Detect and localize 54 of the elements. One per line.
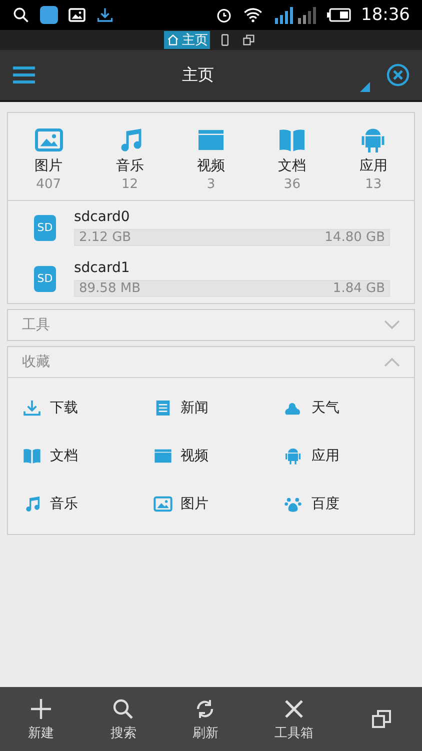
favorite-label[interactable]: 图片	[180, 495, 209, 513]
search-icon	[12, 6, 30, 24]
plus-icon	[29, 696, 54, 720]
favorite-label[interactable]: 下载	[50, 399, 78, 417]
windows-icon	[242, 33, 256, 47]
category-label[interactable]: 音乐	[116, 157, 144, 175]
app-icon	[40, 6, 58, 24]
favorite-label[interactable]: 视频	[180, 447, 209, 465]
category-count: 12	[122, 177, 138, 192]
category-count: 3	[206, 177, 216, 192]
storage-used: 2.12 GB	[79, 230, 132, 245]
storage-total: 14.80 GB	[324, 230, 385, 245]
category-label[interactable]: 文档	[278, 157, 306, 175]
dropdown-corner-icon[interactable]	[360, 82, 370, 92]
windows-icon	[370, 707, 394, 731]
image-icon	[68, 6, 86, 24]
storage-name[interactable]: sdcard1	[74, 260, 390, 276]
sd-card-icon: SD	[34, 214, 56, 240]
close-icon[interactable]	[386, 63, 410, 87]
category-label[interactable]: 视频	[196, 157, 225, 175]
toolbar-button[interactable]: 工具箱	[270, 692, 318, 746]
category-label[interactable]: 图片	[34, 157, 63, 175]
home-icon	[166, 33, 180, 47]
battery-icon	[327, 8, 351, 22]
toolbar-button[interactable]: 搜索	[106, 692, 140, 746]
wifi-icon	[243, 6, 263, 24]
category-count: 36	[284, 177, 300, 192]
favorite-label[interactable]: 天气	[311, 399, 340, 417]
favorite-label[interactable]: 文档	[50, 447, 78, 465]
favorite-label[interactable]: 音乐	[50, 495, 78, 513]
favorite-label[interactable]: 百度	[311, 495, 340, 513]
storage-total: 1.84 GB	[332, 281, 385, 296]
alarm-icon	[215, 6, 233, 24]
toolbar-button[interactable]: 新建	[24, 692, 58, 746]
download-icon	[22, 398, 42, 418]
storage-name[interactable]: sdcard0	[74, 209, 390, 225]
page-title: 主页	[181, 64, 215, 86]
sd-card-icon: SD	[34, 266, 56, 292]
image-icon	[152, 494, 173, 514]
android-icon	[283, 446, 304, 466]
book-icon	[22, 446, 42, 466]
download-icon	[96, 6, 114, 24]
signal-icon	[273, 6, 317, 24]
category-count: 13	[365, 177, 382, 192]
category-count: 407	[36, 177, 61, 192]
favorite-label[interactable]: 新闻	[180, 399, 209, 417]
tab[interactable]: 主页	[164, 31, 210, 49]
favorite-label[interactable]: 应用	[311, 447, 340, 465]
storage-used: 89.58 MB	[79, 281, 140, 296]
category-label[interactable]: 应用	[359, 157, 388, 175]
toolbar-button[interactable]: 刷新	[188, 692, 222, 746]
status-time: 18:36	[361, 5, 410, 25]
menu-icon[interactable]	[12, 65, 36, 85]
search-icon	[111, 696, 136, 720]
